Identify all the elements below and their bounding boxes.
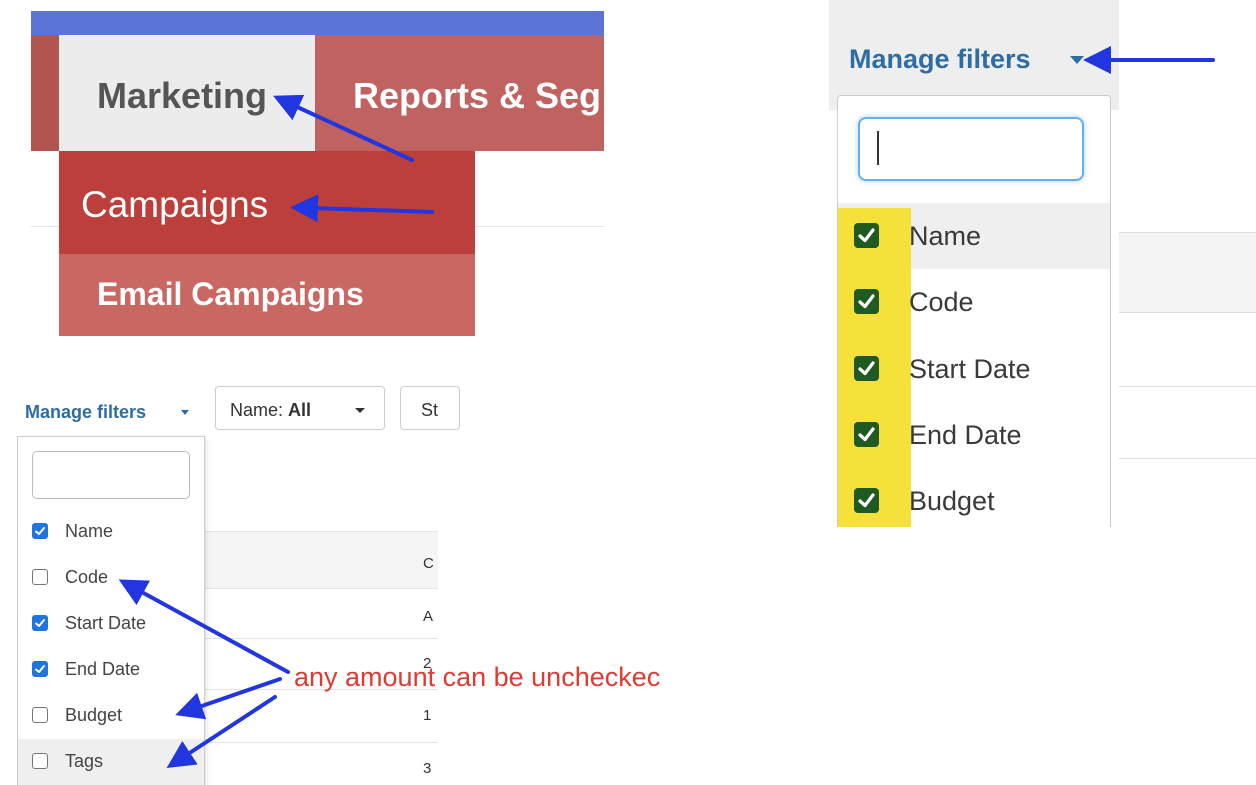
start-date-filter-button[interactable]: St xyxy=(400,386,460,430)
filter-dropdown-menu: Name Code Start Date End Date Budget Tag… xyxy=(17,436,205,785)
filter-option-label: Tags xyxy=(65,751,104,771)
checkbox-checked-icon[interactable] xyxy=(854,488,879,513)
nav-stripe xyxy=(31,35,59,151)
filter-option-end-date[interactable]: End Date xyxy=(18,647,204,693)
table-header-row xyxy=(203,531,438,589)
table-row-divider xyxy=(1119,312,1256,313)
checkbox-unchecked-icon[interactable] xyxy=(32,569,48,585)
filter-search-input[interactable] xyxy=(32,451,190,499)
manage-filters-small-panel: C A 2 1 3 Manage filters Name: All St Na… xyxy=(17,384,710,785)
filter-option-label: Code xyxy=(65,567,109,587)
dropdown-item-campaigns-label: Campaigns xyxy=(81,184,269,225)
text-cursor xyxy=(877,131,879,165)
filter-option-label: Name xyxy=(909,221,982,251)
dropdown-item-campaigns[interactable]: Campaigns xyxy=(59,151,475,254)
filter-dropdown-menu: Name Code Start Date End Date Budget xyxy=(837,95,1111,527)
nav-tab-marketing-label: Marketing xyxy=(97,75,268,116)
filter-option-name[interactable]: Name xyxy=(838,203,1110,269)
filter-option-label: Start Date xyxy=(65,613,147,633)
checkbox-checked-icon[interactable] xyxy=(32,615,48,631)
table-cell: 3 xyxy=(423,760,432,777)
filter-option-label: Name xyxy=(65,521,114,541)
checkbox-unchecked-icon[interactable] xyxy=(32,707,48,723)
filter-option-budget[interactable]: Budget xyxy=(838,468,1110,527)
table-row-divider xyxy=(1119,458,1256,459)
table-column-header: C xyxy=(423,555,434,572)
top-bar xyxy=(31,11,604,35)
filter-option-label: Start Date xyxy=(909,354,1031,384)
name-filter-label: Name: All xyxy=(230,400,311,421)
name-filter-value: All xyxy=(288,400,312,420)
filter-option-label: Code xyxy=(909,287,974,317)
filter-option-code[interactable]: Code xyxy=(838,269,1110,335)
nav-tab-marketing[interactable]: Marketing xyxy=(59,35,315,151)
filter-option-budget[interactable]: Budget xyxy=(18,693,204,739)
filter-option-start-date[interactable]: Start Date xyxy=(838,336,1110,402)
filter-option-code[interactable]: Code xyxy=(18,555,204,601)
dropdown-item-email-campaigns-label: Email Campaigns xyxy=(97,276,364,312)
table-row-divider xyxy=(1119,232,1256,233)
caret-down-icon xyxy=(355,408,365,413)
checkbox-checked-icon[interactable] xyxy=(32,523,48,539)
caret-down-icon xyxy=(1070,56,1084,64)
checkbox-checked-icon[interactable] xyxy=(854,289,879,314)
checkbox-unchecked-icon[interactable] xyxy=(32,753,48,769)
table-row-divider xyxy=(1119,386,1256,387)
filter-option-label: Budget xyxy=(65,705,123,725)
filter-option-tags[interactable]: Tags xyxy=(18,739,204,785)
filter-search-input[interactable] xyxy=(858,117,1084,181)
manage-filters-label: Manage filters xyxy=(25,402,147,422)
checkbox-checked-icon[interactable] xyxy=(854,356,879,381)
manage-filters-large-panel: Manage filters Name Code Start Date End … xyxy=(829,0,1256,527)
filter-option-name[interactable]: Name xyxy=(18,509,204,555)
manage-filters-button[interactable]: Manage filters xyxy=(17,384,203,436)
checkbox-checked-icon[interactable] xyxy=(32,661,48,677)
table-row-divider xyxy=(203,742,438,743)
filter-option-end-date[interactable]: End Date xyxy=(838,402,1110,468)
caret-down-icon xyxy=(181,410,189,415)
name-filter-prefix: Name: xyxy=(230,400,289,420)
manage-filters-button[interactable]: Manage filters xyxy=(829,0,1119,110)
table-cell: A xyxy=(423,608,434,625)
marketing-menu-panel: Marketing Reports & Seg Campaigns Email … xyxy=(31,11,604,336)
start-date-filter-label: St xyxy=(421,400,439,420)
table-cell: 1 xyxy=(423,707,432,724)
filter-option-label: End Date xyxy=(909,420,1022,450)
filter-option-start-date[interactable]: Start Date xyxy=(18,601,204,647)
checkbox-checked-icon[interactable] xyxy=(854,422,879,447)
table-header-band xyxy=(1119,232,1256,312)
filter-option-label: End Date xyxy=(65,659,141,679)
annotation-text: any amount can be uncheckec xyxy=(294,662,661,692)
name-filter-button[interactable]: Name: All xyxy=(215,386,385,430)
manage-filters-label: Manage filters xyxy=(849,44,1031,74)
nav-tab-reports[interactable]: Reports & Seg xyxy=(353,75,601,117)
table-row-divider xyxy=(203,638,438,639)
checkbox-checked-icon[interactable] xyxy=(854,223,879,248)
filter-option-label: Budget xyxy=(909,486,995,516)
dropdown-item-email-campaigns[interactable]: Email Campaigns xyxy=(59,254,475,336)
